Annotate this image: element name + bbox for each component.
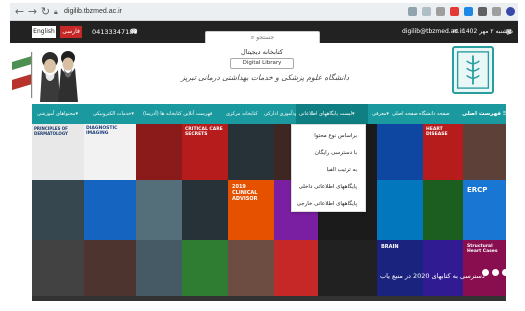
book-cover: Structural Heart Cases: [463, 240, 506, 296]
extension-icon[interactable]: [450, 7, 459, 16]
nav-item-educational-content[interactable]: محتوا‌های آموزشی▾: [37, 104, 78, 124]
back-icon[interactable]: ←: [13, 5, 26, 18]
book-cover: PRINCIPLES OF DERMATOLOGY: [32, 124, 84, 180]
puzzle-icon[interactable]: [478, 7, 487, 16]
book-cover: CRITICAL CARE SECRETS: [182, 124, 228, 180]
dropdown-item-free-access[interactable]: با دسترسی رایگان: [315, 150, 357, 156]
banner-bottom-edge: [32, 296, 506, 301]
dropdown-item-internal-databases[interactable]: پایگاههای اطلاعاتی داخلی: [299, 184, 357, 190]
book-cover: 2019 CLINICAL ADVISOR: [228, 180, 274, 240]
book-cover: [228, 240, 274, 296]
book-title: HEART DISEASE: [426, 127, 448, 137]
book-cover: [32, 180, 84, 240]
book-cover: [136, 124, 182, 180]
nav-item-self-learning[interactable]: خودآموزی ادارکی: [264, 104, 300, 124]
book-cover: [228, 124, 274, 180]
page: ← → ↻ 🔒︎ digilib.tbzmed.ac.ir English فا…: [0, 0, 525, 311]
carousel-dot[interactable]: [482, 269, 489, 276]
carousel-dot[interactable]: [502, 269, 509, 276]
lang-english-button[interactable]: English: [32, 26, 56, 38]
nav-item-databases[interactable]: لیست پایگاههای اطلاعاتی▾: [296, 104, 368, 124]
forward-icon[interactable]: →: [26, 5, 39, 18]
nav-item-about[interactable]: معرفی▾: [372, 104, 389, 124]
carousel-dot[interactable]: [492, 269, 499, 276]
book-cover: [377, 124, 423, 180]
nav-item-central-library[interactable]: کتابخانه مرکزی: [226, 104, 258, 124]
lang-farsi-button[interactable]: فارسی: [60, 26, 82, 38]
book-cover: [136, 180, 182, 240]
university-name-calligraphy: دانشگاه علوم پزشکی و خدمات بهداشتی درمان…: [181, 73, 349, 82]
book-cover: [423, 180, 463, 240]
mail-icon: ✉: [453, 28, 459, 35]
book-cover: DIAGNOSTIC IMAGING: [84, 124, 136, 180]
nav-item-university-page[interactable]: صفحه دانشگاه: [419, 104, 450, 124]
address-bar[interactable]: digilib.tbzmed.ac.ir: [64, 5, 122, 19]
translate-icon[interactable]: [408, 7, 417, 16]
book-title: PRINCIPLES OF DERMATOLOGY: [34, 126, 68, 136]
book-cover: [463, 124, 506, 180]
dropdown-item-external-databases[interactable]: پایگاههای اطلاعاتی خارجی: [297, 201, 357, 207]
leaders-portrait-image: [12, 44, 82, 102]
book-title: DIAGNOSTIC IMAGING: [86, 126, 118, 136]
share-icon[interactable]: [422, 7, 431, 16]
book-cover: [84, 240, 136, 296]
book-title: CRITICAL CARE SECRETS: [185, 127, 223, 137]
menu-icon: ☰: [502, 111, 508, 117]
browser-toolbar: ← → ↻ 🔒︎ digilib.tbzmed.ac.ir: [10, 3, 518, 21]
university-logo[interactable]: [452, 46, 494, 94]
book-cover: [136, 240, 182, 296]
book-cover: [423, 240, 463, 296]
calendar-icon: ▦: [506, 28, 512, 35]
library-name-fa: کتابخانه دیجیتال: [241, 48, 283, 56]
phone-icon: ☎: [130, 28, 138, 35]
book-cover: [182, 180, 228, 240]
book-cover: ERCP: [463, 180, 506, 240]
nav-item-online-catalog[interactable]: فهرست آنلاین کتابخانه ها (آذرسا): [143, 104, 212, 124]
book-cover: HEART DISEASE: [423, 124, 463, 180]
book-cover: [318, 240, 377, 296]
databases-dropdown-menu: براساس نوع محتوا با دسترسی رایگان به ترت…: [291, 124, 366, 212]
dropdown-item-alphabetical[interactable]: به ترتیب الفبا: [327, 167, 357, 173]
search-placeholder: جستجو: [256, 34, 275, 41]
book-cover: [182, 240, 228, 296]
book-title: ERCP: [467, 186, 488, 194]
library-name-en: Digital Library: [230, 58, 294, 69]
main-nav: محتوا‌های آموزشی▾ خدمات الکترونیکی▾ فهرس…: [32, 104, 508, 124]
nav-item-main-page[interactable]: صفحه اصلی: [392, 104, 418, 124]
book-cover: [32, 240, 84, 296]
book-cover: [84, 180, 136, 240]
carousel-caption[interactable]: دسترسی به کتابهای 2020 در منبع یاب: [380, 272, 485, 280]
book-title: Structural Heart Cases: [467, 244, 498, 254]
nav-home-menu[interactable]: فهرست اصلی ☰: [462, 104, 508, 124]
bookmark-star-icon[interactable]: [436, 7, 445, 16]
book-cover: [377, 180, 423, 240]
nav-item-e-services[interactable]: خدمات الکترونیکی▾: [93, 104, 134, 124]
dropdown-item-by-content-type[interactable]: براساس نوع محتوا: [314, 133, 357, 139]
nav-home-label: فهرست اصلی: [462, 111, 501, 117]
book-cover: [274, 240, 318, 296]
carousel-dot[interactable]: [512, 269, 518, 275]
profile-icon[interactable]: [506, 7, 515, 16]
book-title: BRAIN: [381, 244, 399, 250]
sidebar-icon[interactable]: [492, 7, 501, 16]
book-title: 2019 CLINICAL ADVISOR: [232, 184, 258, 202]
extension-icon[interactable]: [464, 7, 473, 16]
book-cover: BRAIN: [377, 240, 423, 296]
books-banner-carousel[interactable]: PRINCIPLES OF DERMATOLOGY DIAGNOSTIC IMA…: [32, 124, 506, 296]
lock-icon[interactable]: 🔒︎: [54, 5, 58, 19]
reload-icon[interactable]: ↻: [39, 5, 52, 18]
